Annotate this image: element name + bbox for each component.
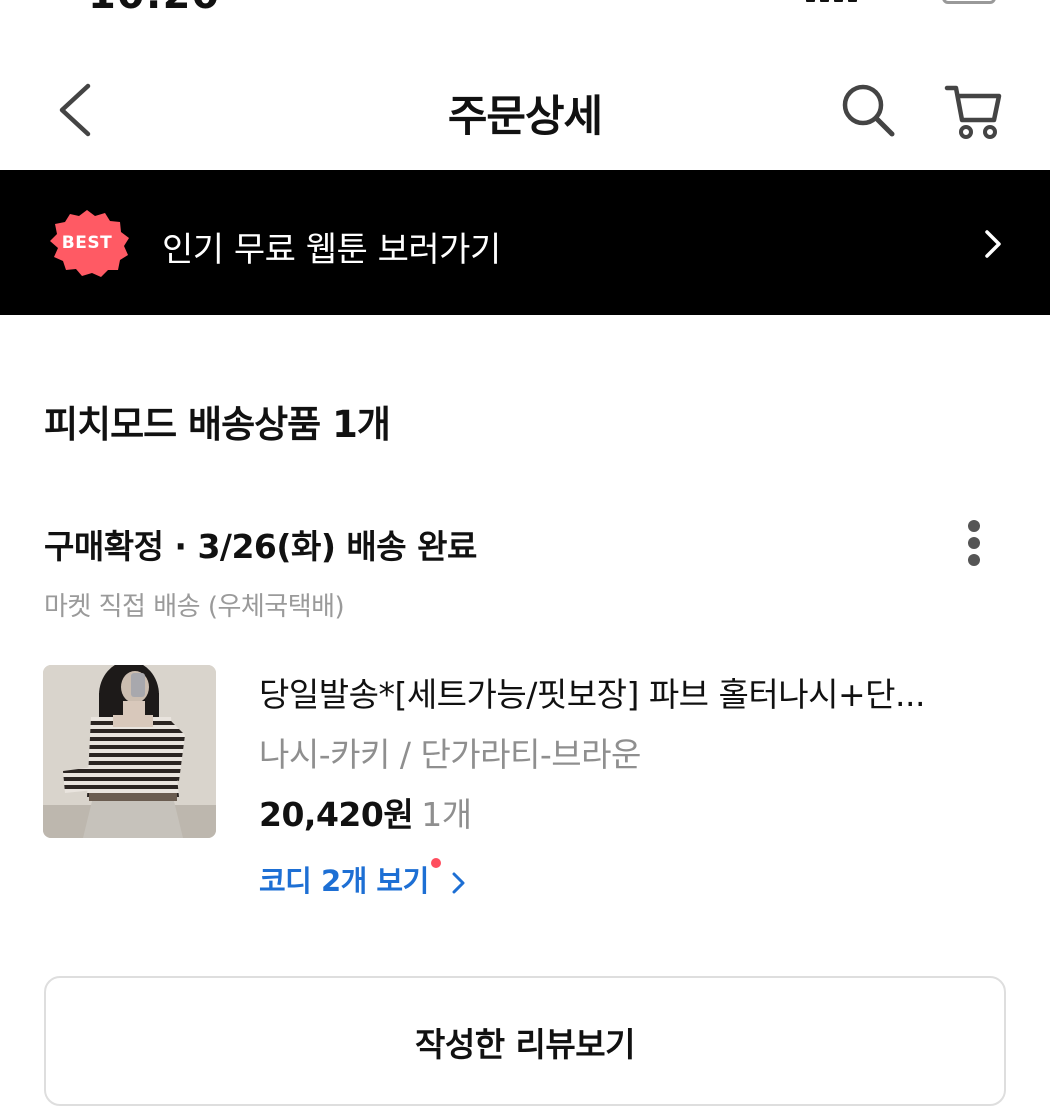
promo-text: 인기 무료 웹툰 보러가기 — [162, 230, 501, 270]
product-thumbnail[interactable] — [43, 665, 216, 838]
status-icons — [806, 0, 996, 10]
coordi-link[interactable]: 코디 2개 보기 — [259, 858, 467, 900]
product-price: 20,420원 — [259, 795, 414, 834]
shipment-title: 피치모드 배송상품 1개 — [44, 403, 391, 446]
signal-icon — [806, 0, 815, 2]
battery-icon — [942, 0, 996, 4]
view-review-button[interactable]: 작성한 리뷰보기 — [44, 976, 1006, 1106]
product-price-row: 20,420원 1개 — [259, 788, 472, 836]
product-option: 나시-카키 / 단가라티-브라운 — [259, 735, 641, 774]
best-badge: BEST — [44, 208, 130, 278]
chevron-right-icon — [452, 872, 465, 894]
cart-icon — [944, 85, 1002, 139]
search-button[interactable] — [840, 82, 896, 138]
best-badge-text: BEST — [61, 233, 113, 253]
cart-button[interactable] — [944, 82, 1004, 142]
search-icon — [842, 84, 895, 137]
coordi-link-label: 코디 2개 보기 — [259, 864, 429, 898]
more-vertical-icon — [968, 520, 980, 532]
product-quantity: 1개 — [421, 795, 472, 834]
delivery-method: 마켓 직접 배송 (우체국택배) — [44, 592, 345, 622]
promo-arrow[interactable] — [982, 228, 1004, 264]
chevron-right-icon — [985, 230, 1001, 258]
new-indicator-dot — [430, 858, 441, 868]
order-status: 구매확정 · 3/26(화) 배송 완료 — [44, 527, 477, 566]
view-review-label: 작성한 리뷰보기 — [414, 1025, 636, 1064]
status-time: 10:20 — [88, 0, 220, 18]
more-options-button[interactable] — [962, 518, 986, 568]
product-name[interactable]: 당일발송*[세트가능/핏보장] 파브 홀터나시+단... — [259, 668, 979, 716]
product-image — [43, 665, 216, 838]
promo-banner[interactable] — [0, 170, 1050, 315]
